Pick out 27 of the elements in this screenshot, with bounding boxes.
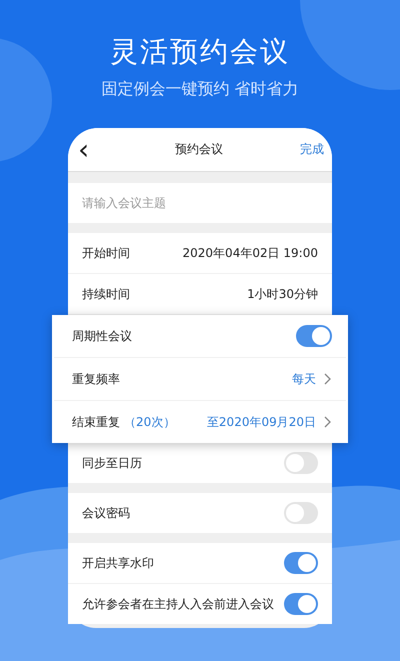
toggle-switch[interactable] bbox=[284, 452, 318, 474]
row-label: 开始时间 bbox=[82, 244, 130, 262]
row-value: 每天 bbox=[292, 370, 316, 388]
repeat-count: （20次） bbox=[124, 414, 176, 430]
row-label: 结束重复 bbox=[72, 414, 120, 430]
row-label: 开启共享水印 bbox=[82, 554, 154, 572]
headline: 灵活预约会议 bbox=[110, 34, 290, 70]
row-label: 周期性会议 bbox=[72, 328, 132, 344]
subject-field[interactable]: 请输入会议主题 bbox=[68, 183, 332, 223]
row-label: 重复频率 bbox=[72, 370, 120, 388]
toggle-switch[interactable] bbox=[284, 502, 318, 524]
row-label: 持续时间 bbox=[82, 286, 130, 302]
row-value: 至2020年09月20日 bbox=[206, 414, 316, 430]
back-button[interactable]: ‹ bbox=[78, 136, 98, 164]
chevron-icon bbox=[324, 416, 332, 428]
chevron-icon bbox=[324, 373, 332, 385]
tagline: 固定例会一键预约 省时省力 bbox=[101, 78, 299, 100]
done-button[interactable]: 完成 bbox=[300, 141, 324, 158]
toggle-switch[interactable] bbox=[284, 593, 318, 615]
screen-title: 预约会议 bbox=[174, 141, 224, 158]
toggle-switch[interactable] bbox=[296, 325, 332, 347]
row-label: 会议密码 bbox=[82, 504, 130, 522]
toggle-switch[interactable] bbox=[284, 552, 318, 574]
row-label: 允许参会者在主持人入会前进入会议 bbox=[82, 596, 274, 612]
row-value: 2020年04年02日 19:00 bbox=[182, 244, 318, 262]
row-label: 同步至日历 bbox=[82, 454, 142, 472]
row-value: 1小时30分钟 bbox=[247, 286, 318, 302]
